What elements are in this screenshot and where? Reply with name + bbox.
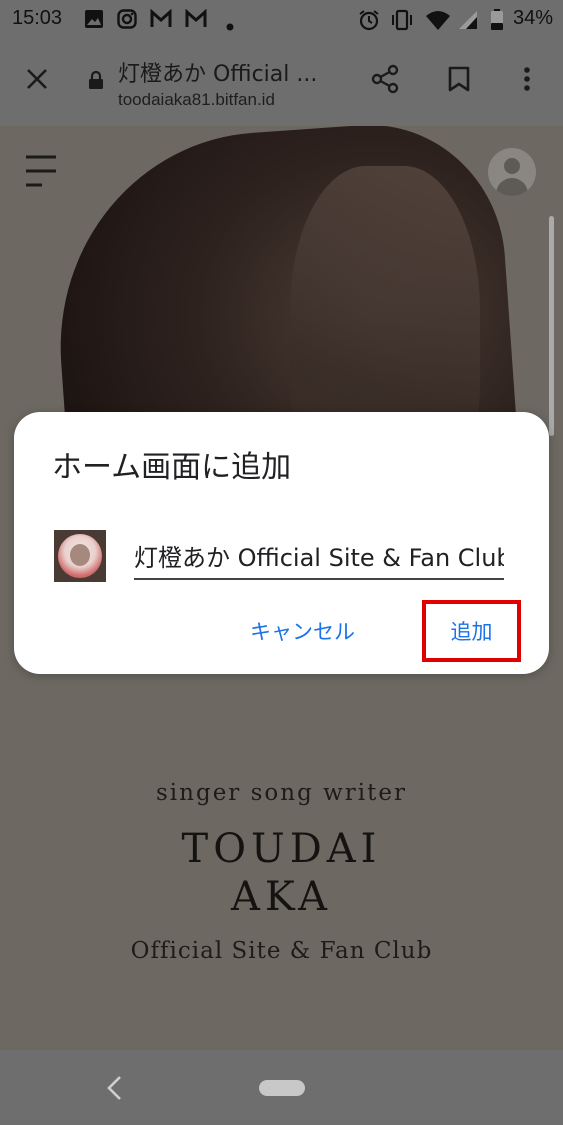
status-time: 15:03 (12, 7, 63, 29)
close-button[interactable] (14, 58, 60, 104)
battery-percentage: 34% (512, 7, 553, 29)
share-button[interactable] (362, 58, 408, 104)
wifi-icon (425, 9, 451, 35)
alarm-icon (358, 9, 380, 35)
instagram-icon (117, 9, 137, 33)
status-bar: 15:03 34% (0, 0, 563, 38)
page-scrollbar[interactable] (549, 216, 554, 436)
system-nav-bar (0, 1050, 563, 1125)
dialog-title: ホーム画面に追加 (52, 450, 292, 485)
tagline: singer song writer (156, 780, 407, 806)
cancel-button[interactable]: キャンセル (250, 616, 355, 646)
user-avatar-icon[interactable] (488, 148, 536, 196)
site-favicon (54, 530, 106, 582)
bookmark-icon (448, 66, 470, 96)
more-options-button[interactable] (504, 58, 550, 104)
add-to-home-dialog: ホーム画面に追加 灯橙あか Official Site & Fan Club キ… (14, 412, 549, 674)
hamburger-menu-icon[interactable] (24, 154, 58, 192)
gmail-icon (150, 8, 172, 33)
home-pill-icon[interactable] (259, 1080, 305, 1096)
dot-icon (226, 16, 234, 35)
shortcut-name-input[interactable]: 灯橙あか Official Site & Fan Club (134, 532, 504, 580)
site-subtitle: Official Site & Fan Club (130, 938, 433, 964)
lock-icon (88, 70, 104, 94)
shortcut-name-value: 灯橙あか Official Site & Fan Club (134, 544, 504, 572)
vibrate-icon (390, 9, 414, 35)
gmail-icon (185, 8, 207, 33)
signal-icon (458, 9, 478, 35)
bookmark-button[interactable] (436, 58, 482, 104)
browser-toolbar: 灯橙あか Official ... toodaiaka81.bitfan.id (0, 38, 563, 126)
add-button[interactable]: 追加 (422, 600, 521, 662)
image-icon (84, 9, 104, 33)
back-icon[interactable] (104, 1074, 124, 1106)
page-title[interactable]: 灯橙あか Official ... (118, 56, 317, 88)
artist-name-line1: TOUDAI (181, 826, 382, 872)
battery-icon (490, 9, 504, 35)
artist-name-line2: AKA (230, 874, 333, 920)
share-icon (370, 64, 400, 98)
page-url[interactable]: toodaiaka81.bitfan.id (118, 90, 275, 110)
close-icon (26, 68, 48, 94)
add-button-label: 追加 (450, 620, 493, 644)
more-icon (523, 66, 531, 96)
